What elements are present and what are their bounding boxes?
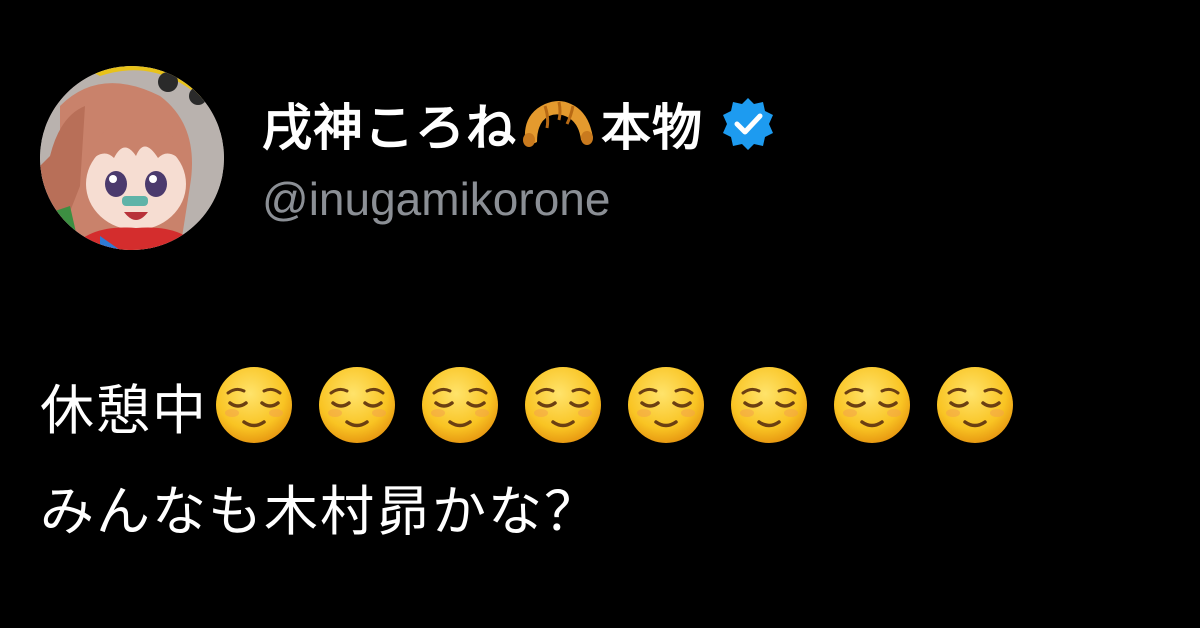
display-name[interactable]: 戌神ころね 本物 [262,84,777,164]
relieved-face-icon [525,367,601,443]
avatar[interactable] [40,66,224,250]
tweet-text: みんなも木村昴かな？ [40,479,600,543]
croissant-icon [519,94,597,154]
tweet-card: 戌神ころね 本物 @inugamikorone 休憩中 みんなも木村昴かな？ [0,0,1200,628]
tweet-text-line-2: みんなも木村昴かな？ [40,466,600,546]
relieved-face-icon [937,367,1013,443]
relieved-face-icon [628,367,704,443]
tweet-text: 休憩中 [40,378,208,442]
relieved-face-icon [216,367,292,443]
relieved-face-icon [731,367,807,443]
relieved-face-icon [319,367,395,443]
relieved-face-icon [834,367,910,443]
display-name-suffix: 本物 [601,99,703,157]
tweet-text-line-1: 休憩中 [40,362,1038,448]
avatar-image [40,66,224,250]
handle[interactable]: @inugamikorone [262,172,610,226]
display-name-text: 戌神ころね [262,99,517,157]
verified-icon[interactable] [719,95,777,153]
relieved-face-icon [422,367,498,443]
emoji-row [214,365,1038,445]
